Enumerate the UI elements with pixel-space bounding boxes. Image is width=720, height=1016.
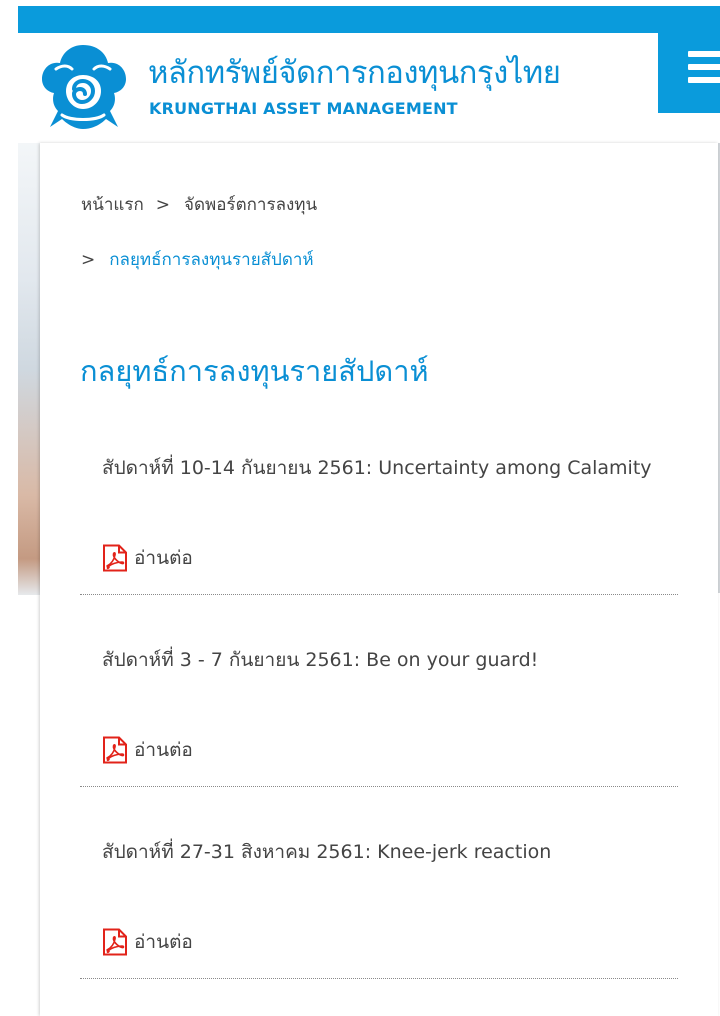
item-divider bbox=[80, 786, 678, 787]
pdf-icon bbox=[103, 544, 127, 572]
read-more-label: อ่านต่อ bbox=[134, 739, 193, 761]
read-more-link[interactable]: อ่านต่อ bbox=[102, 927, 193, 957]
breadcrumb-separator: > bbox=[81, 250, 96, 270]
read-more-label: อ่านต่อ bbox=[134, 547, 193, 569]
page-title: กลยุทธ์การลงทุนรายสัปดาห์ bbox=[80, 354, 429, 388]
article-title[interactable]: สัปดาห์ที่ 10-14 กันยายน 2561: Uncertain… bbox=[102, 444, 662, 493]
breadcrumb-row-2: > กลยุทธ์การลงทุนรายสัปดาห์ bbox=[81, 248, 314, 272]
article-title[interactable]: สัปดาห์ที่ 27-31 สิงหาคม 2561: Knee-jerk… bbox=[102, 828, 662, 877]
pdf-icon bbox=[103, 928, 127, 956]
brand-name-thai[interactable]: หลักทรัพย์จัดการกองทุนกรุงไทย bbox=[148, 55, 561, 91]
content-panel: หน้าแรก > จัดพอร์ตการลงทุน > กลยุทธ์การล… bbox=[40, 143, 718, 1016]
breadcrumb-home[interactable]: หน้าแรก bbox=[81, 193, 144, 217]
garuda-emblem-icon[interactable] bbox=[36, 39, 130, 133]
site-header: หลักทรัพย์จัดการกองทุนกรุงไทย KRUNGTHAI … bbox=[18, 33, 720, 143]
menu-bar-bottom bbox=[688, 77, 720, 83]
item-divider bbox=[80, 978, 678, 979]
background-photo bbox=[18, 143, 40, 595]
breadcrumb-portfolio[interactable]: จัดพอร์ตการลงทุน bbox=[184, 193, 317, 217]
breadcrumb-current[interactable]: กลยุทธ์การลงทุนรายสัปดาห์ bbox=[109, 248, 313, 272]
pdf-icon bbox=[103, 736, 127, 764]
item-divider bbox=[80, 594, 678, 595]
menu-bar-top bbox=[688, 51, 720, 57]
brand-name-english[interactable]: KRUNGTHAI ASSET MANAGEMENT bbox=[149, 99, 458, 119]
article-title[interactable]: สัปดาห์ที่ 3 - 7 กันยายน 2561: Be on you… bbox=[102, 636, 662, 685]
read-more-link[interactable]: อ่านต่อ bbox=[102, 735, 193, 765]
menu-bar-middle bbox=[688, 64, 720, 70]
breadcrumb-row-1: หน้าแรก > จัดพอร์ตการลงทุน bbox=[81, 193, 317, 217]
read-more-label: อ่านต่อ bbox=[134, 931, 193, 953]
breadcrumb-separator: > bbox=[155, 195, 171, 215]
hamburger-menu-button[interactable] bbox=[658, 33, 720, 113]
top-color-band bbox=[18, 6, 720, 33]
read-more-link[interactable]: อ่านต่อ bbox=[102, 543, 193, 573]
